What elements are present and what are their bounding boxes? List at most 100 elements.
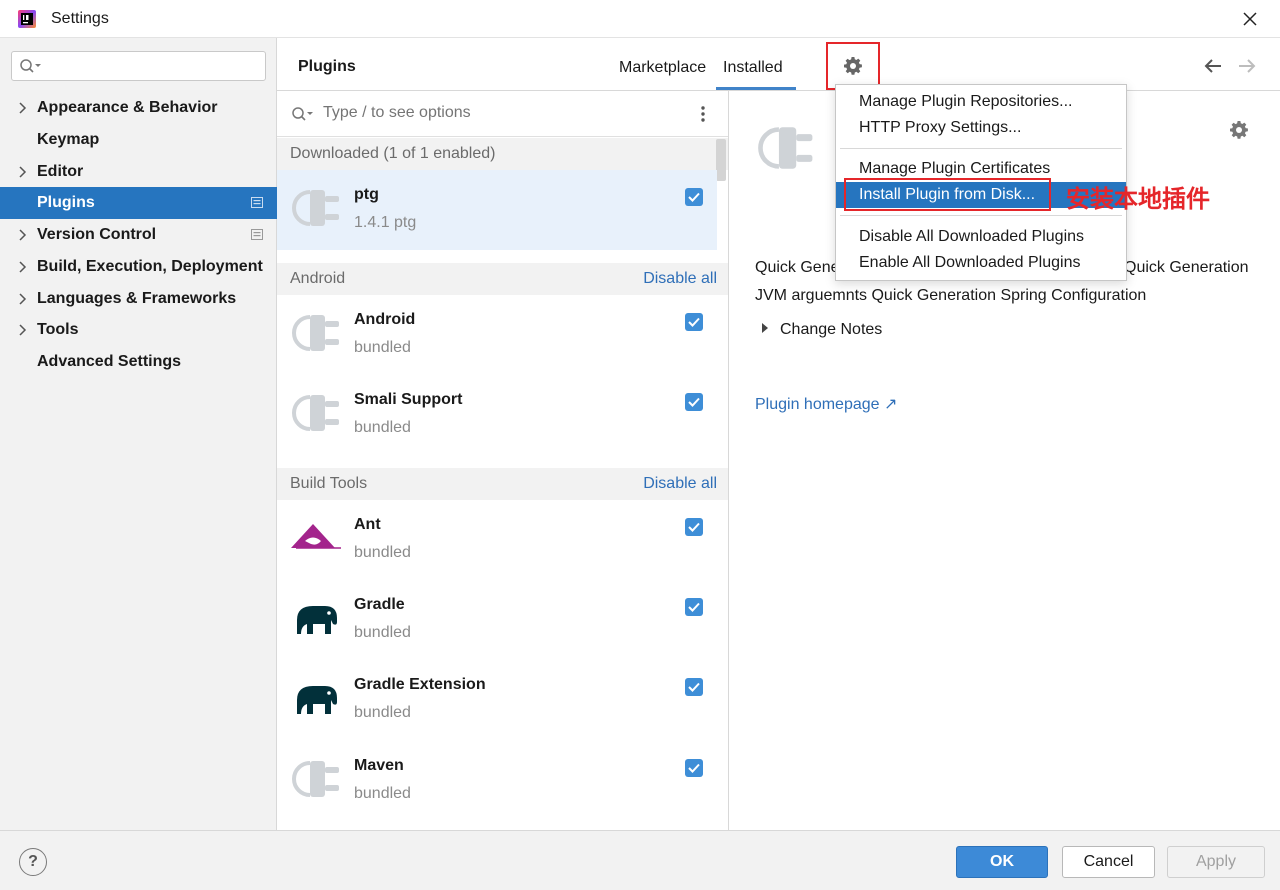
- chevron-right-icon: [19, 324, 27, 336]
- project-settings-icon: [251, 197, 263, 208]
- plugin-name: Android: [354, 311, 416, 328]
- plugin-enabled-checkbox[interactable]: [685, 598, 703, 616]
- sidebar-item-label: Tools: [37, 321, 79, 338]
- tab-marketplace[interactable]: Marketplace: [619, 59, 706, 77]
- sidebar-item-label: Languages & Frameworks: [37, 290, 237, 307]
- plugin-enabled-checkbox[interactable]: [685, 313, 703, 331]
- settings-sidebar: Appearance & Behavior Keymap Editor Plug…: [0, 38, 277, 830]
- group-label: Android: [290, 270, 346, 287]
- sidebar-item-languages-frameworks[interactable]: Languages & Frameworks: [0, 283, 277, 315]
- plugin-name: Maven: [354, 757, 404, 774]
- cancel-button[interactable]: Cancel: [1062, 846, 1155, 878]
- sidebar-item-label: Advanced Settings: [37, 353, 182, 370]
- sidebar-item-plugins[interactable]: Plugins: [0, 187, 277, 219]
- gradle-elephant-icon: [297, 606, 337, 634]
- sidebar-item-advanced-settings[interactable]: Advanced Settings: [0, 346, 277, 378]
- back-arrow-icon[interactable]: [1203, 57, 1223, 75]
- sidebar-item-label: Plugins: [37, 194, 95, 211]
- disable-all-link[interactable]: Disable all: [643, 270, 717, 288]
- plugin-enabled-checkbox[interactable]: [685, 188, 703, 206]
- plugin-row-android[interactable]: Android bundled: [277, 295, 717, 375]
- plugin-description: JVM arguemnts Quick Generation Spring Co…: [755, 287, 1147, 304]
- menu-item-manage-plugin-repositories[interactable]: Manage Plugin Repositories...: [836, 89, 1126, 115]
- gear-icon[interactable]: [1229, 120, 1249, 140]
- menu-item-enable-all-downloaded[interactable]: Enable All Downloaded Plugins: [836, 250, 1126, 276]
- plugin-description: Quick Gene: [755, 259, 840, 276]
- plugin-description: Quick Generation: [1124, 259, 1249, 276]
- sidebar-item-label: Editor: [37, 163, 84, 180]
- plugin-bundled-label: bundled: [354, 419, 411, 436]
- close-icon[interactable]: [1236, 5, 1264, 33]
- plugin-name: ptg: [354, 186, 379, 203]
- sidebar-item-label: Version Control: [37, 226, 157, 243]
- plugin-search-bar: [277, 91, 728, 137]
- forward-arrow-icon[interactable]: [1237, 57, 1257, 75]
- sidebar-item-label: Appearance & Behavior: [37, 99, 218, 116]
- plugin-settings-gear-button[interactable]: [826, 42, 880, 90]
- plugin-name: Gradle: [354, 596, 405, 613]
- ant-logo-icon: [291, 524, 341, 549]
- plugin-bundled-label: bundled: [354, 704, 411, 721]
- sidebar-item-appearance-behavior[interactable]: Appearance & Behavior: [0, 92, 277, 124]
- sidebar-item-build-execution-deployment[interactable]: Build, Execution, Deployment: [0, 251, 277, 283]
- sidebar-item-tools[interactable]: Tools: [0, 314, 277, 346]
- plugin-name: Smali Support: [354, 391, 463, 408]
- menu-item-disable-all-downloaded[interactable]: Disable All Downloaded Plugins: [836, 224, 1126, 250]
- plug-icon: [292, 761, 339, 797]
- gradle-elephant-icon: [297, 686, 337, 714]
- tab-label: Installed: [723, 59, 783, 76]
- scrollbar-thumb[interactable]: [716, 139, 726, 181]
- chevron-right-icon: [19, 166, 27, 178]
- group-label: Build Tools: [290, 475, 368, 492]
- plugin-enabled-checkbox[interactable]: [685, 678, 703, 696]
- menu-item-http-proxy-settings[interactable]: HTTP Proxy Settings...: [836, 115, 1126, 141]
- plugin-homepage-link[interactable]: Plugin homepage ↗: [755, 394, 897, 414]
- help-button[interactable]: ?: [19, 848, 47, 876]
- plugin-row-ant[interactable]: Ant bundled: [277, 500, 717, 580]
- sidebar-item-keymap[interactable]: Keymap: [0, 124, 277, 156]
- plug-icon: [758, 127, 813, 169]
- plugin-row-smali-support[interactable]: Smali Support bundled: [277, 375, 717, 455]
- apply-button[interactable]: Apply: [1167, 846, 1265, 878]
- menu-separator: [840, 148, 1122, 149]
- more-options-icon[interactable]: [696, 105, 710, 123]
- annotation-label: 安装本地插件: [1066, 185, 1210, 213]
- plugin-bundled-label: bundled: [354, 544, 411, 561]
- tab-installed[interactable]: Installed: [716, 43, 796, 90]
- settings-search-field[interactable]: [11, 51, 266, 81]
- sidebar-item-version-control[interactable]: Version Control: [0, 219, 277, 251]
- title-bar: [0, 0, 1280, 38]
- chevron-right-icon: [19, 229, 27, 241]
- plug-icon: [292, 190, 339, 226]
- intellij-logo-icon: [18, 10, 36, 28]
- plugin-enabled-checkbox[interactable]: [685, 518, 703, 536]
- plugin-enabled-checkbox[interactable]: [685, 759, 703, 777]
- plugin-list-panel: Downloaded (1 of 1 enabled) ptg 1.4.1 pt…: [277, 91, 729, 830]
- sidebar-item-editor[interactable]: Editor: [0, 156, 277, 188]
- plugin-row-ptg[interactable]: ptg 1.4.1 ptg: [277, 170, 717, 250]
- group-header-downloaded: Downloaded (1 of 1 enabled): [277, 138, 728, 170]
- sidebar-item-label: Keymap: [37, 131, 100, 148]
- plugin-search-input[interactable]: [323, 104, 683, 122]
- plug-icon: [292, 395, 339, 431]
- disable-all-link[interactable]: Disable all: [643, 475, 717, 493]
- plugin-version: 1.4.1 ptg: [354, 214, 417, 231]
- plugin-enabled-checkbox[interactable]: [685, 393, 703, 411]
- ok-button[interactable]: OK: [956, 846, 1048, 878]
- plugin-row-maven[interactable]: Maven bundled: [277, 741, 717, 821]
- gear-icon: [844, 57, 862, 75]
- plugin-bundled-label: bundled: [354, 624, 411, 641]
- chevron-right-icon: [19, 293, 27, 305]
- plugin-name: Gradle Extension: [354, 676, 486, 693]
- plugin-bundled-label: bundled: [354, 785, 411, 802]
- plugin-row-gradle[interactable]: Gradle bundled: [277, 580, 717, 660]
- page-title: Plugins: [298, 58, 356, 75]
- change-notes-toggle[interactable]: Change Notes: [762, 321, 882, 339]
- menu-separator: [840, 215, 1122, 216]
- group-header-build-tools: Build Tools Disable all: [277, 468, 728, 500]
- plugin-row-gradle-extension[interactable]: Gradle Extension bundled: [277, 660, 717, 740]
- chevron-right-icon: [19, 102, 27, 114]
- plugin-bundled-label: bundled: [354, 339, 411, 356]
- group-header-android: Android Disable all: [277, 263, 728, 295]
- search-icon: [20, 59, 41, 73]
